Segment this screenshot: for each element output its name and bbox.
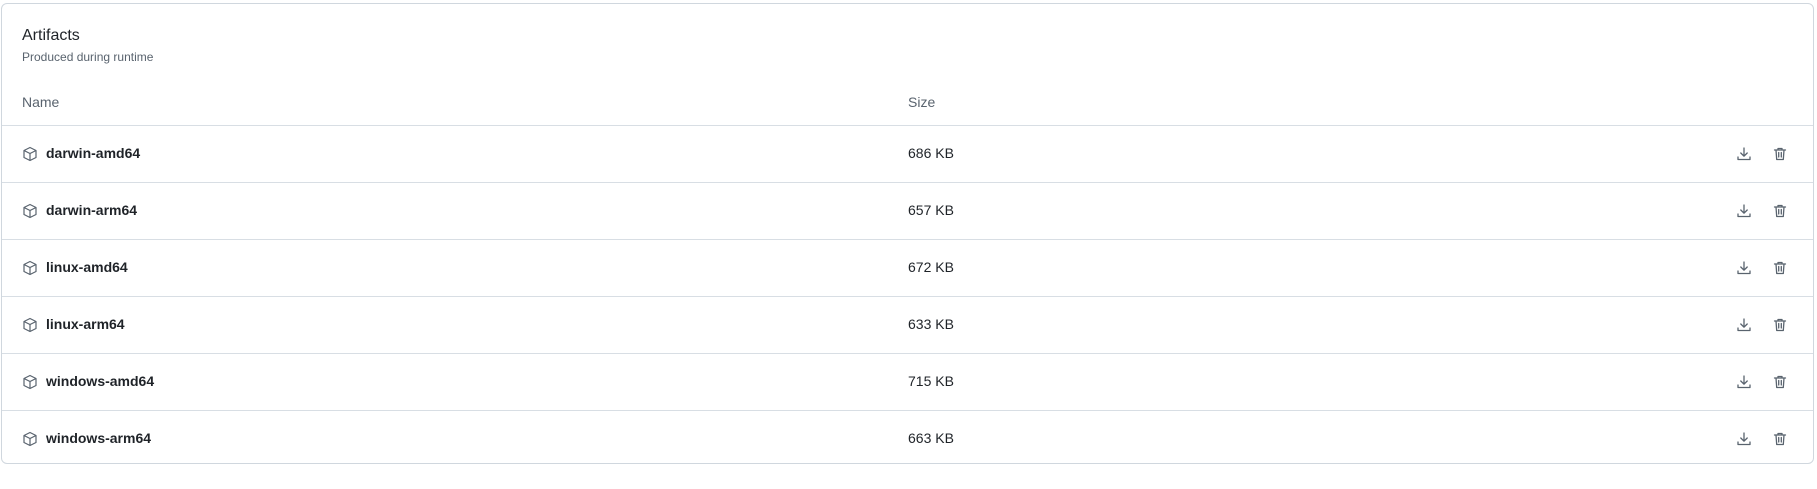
- artifact-size: 657 KB: [908, 202, 954, 218]
- trash-icon[interactable]: [1764, 138, 1796, 170]
- artifact-name-link[interactable]: darwin-arm64: [46, 202, 137, 218]
- download-icon[interactable]: [1728, 309, 1760, 341]
- package-icon: [22, 260, 38, 276]
- package-icon: [22, 431, 38, 447]
- artifact-row: darwin-arm64 657 KB: [2, 183, 1813, 240]
- artifacts-list: darwin-amd64 686 KB darwin-arm64 657 KB: [2, 126, 1813, 468]
- artifact-size: 686 KB: [908, 145, 954, 161]
- artifact-name-link[interactable]: windows-amd64: [46, 373, 154, 389]
- artifact-row: windows-amd64 715 KB: [2, 354, 1813, 411]
- artifacts-panel: Artifacts Produced during runtime Name S…: [1, 3, 1814, 464]
- artifact-size: 715 KB: [908, 373, 954, 389]
- artifacts-header: Artifacts Produced during runtime: [22, 26, 153, 65]
- package-icon: [22, 317, 38, 333]
- table-header: Name Size: [2, 80, 1813, 126]
- artifact-row: linux-amd64 672 KB: [2, 240, 1813, 297]
- trash-icon[interactable]: [1764, 252, 1796, 284]
- artifact-row: windows-arm64 663 KB: [2, 411, 1813, 468]
- column-header-size: Size: [908, 94, 936, 110]
- artifacts-subtitle: Produced during runtime: [22, 50, 154, 64]
- download-icon[interactable]: [1728, 423, 1760, 455]
- download-icon[interactable]: [1728, 366, 1760, 398]
- download-icon[interactable]: [1728, 195, 1760, 227]
- artifact-name-link[interactable]: linux-arm64: [46, 316, 125, 332]
- download-icon[interactable]: [1728, 138, 1760, 170]
- artifact-name-link[interactable]: darwin-amd64: [46, 145, 140, 161]
- package-icon: [22, 374, 38, 390]
- artifact-size: 663 KB: [908, 430, 954, 446]
- artifact-size: 633 KB: [908, 316, 954, 332]
- column-header-name: Name: [22, 94, 60, 110]
- package-icon: [22, 146, 38, 162]
- artifact-name-link[interactable]: linux-amd64: [46, 259, 128, 275]
- artifact-row: darwin-amd64 686 KB: [2, 126, 1813, 183]
- package-icon: [22, 203, 38, 219]
- artifact-name-link[interactable]: windows-arm64: [46, 430, 151, 446]
- artifact-size: 672 KB: [908, 259, 954, 275]
- download-icon[interactable]: [1728, 252, 1760, 284]
- trash-icon[interactable]: [1764, 423, 1796, 455]
- artifacts-title: Artifacts: [22, 27, 80, 44]
- trash-icon[interactable]: [1764, 366, 1796, 398]
- trash-icon[interactable]: [1764, 309, 1796, 341]
- artifact-row: linux-arm64 633 KB: [2, 297, 1813, 354]
- trash-icon[interactable]: [1764, 195, 1796, 227]
